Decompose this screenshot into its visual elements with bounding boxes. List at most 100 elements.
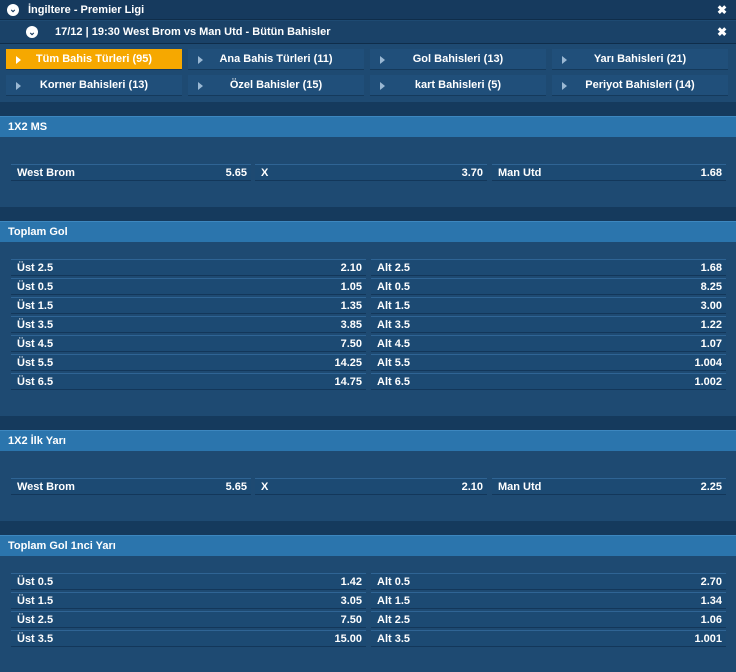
- odds-button[interactable]: Üst 2.5 2.10: [11, 259, 366, 276]
- odds-button[interactable]: Alt 1.5 1.34: [371, 592, 726, 609]
- caret-right-icon: [562, 82, 567, 90]
- caret-right-icon: [198, 56, 203, 64]
- outcome-label: Alt 0.5: [377, 575, 411, 588]
- odds-button[interactable]: Alt 4.5 1.07: [371, 335, 726, 352]
- section-divider: [0, 207, 736, 221]
- odds-button[interactable]: Üst 4.5 7.50: [11, 335, 366, 352]
- odds-value: 2.10: [340, 261, 362, 274]
- outcome-label: Üst 2.5: [17, 261, 54, 274]
- section-title: 1X2 MS: [8, 121, 48, 133]
- outcome-label: Alt 1.5: [377, 299, 411, 312]
- outcome-label: Alt 2.5: [377, 261, 411, 274]
- section-header-first-half-goals[interactable]: Toplam Gol 1nci Yarı: [0, 535, 736, 556]
- odds-value: 1.22: [700, 318, 722, 331]
- tab-goal-bets[interactable]: Gol Bahisleri (13): [370, 49, 546, 70]
- odds-button[interactable]: Üst 2.5 7.50: [11, 611, 366, 628]
- odds-value: 2.70: [700, 575, 722, 588]
- tab-period-bets[interactable]: Periyot Bahisleri (14): [552, 75, 728, 96]
- tab-special-bets[interactable]: Özel Bahisler (15): [188, 75, 364, 96]
- tab-label: Yarı Bahisleri (21): [593, 53, 687, 65]
- tab-label: kart Bahisleri (5): [414, 79, 502, 91]
- outcome-label: Üst 5.5: [17, 356, 54, 369]
- odds-value: 3.00: [700, 299, 722, 312]
- caret-right-icon: [16, 82, 21, 90]
- market-row: Üst 3.5 3.85 Alt 3.5 1.22: [11, 316, 726, 333]
- chevron-down-icon[interactable]: ⌄: [7, 3, 19, 16]
- tab-label: Ana Bahis Türleri (11): [219, 53, 333, 65]
- odds-value: 3.85: [340, 318, 362, 331]
- league-header[interactable]: ⌄ İngiltere - Premier Ligi ✖: [0, 0, 736, 20]
- odds-button[interactable]: Alt 2.5 1.68: [371, 259, 726, 276]
- odds-button[interactable]: Man Utd 1.68: [492, 164, 726, 181]
- outcome-label: Üst 3.5: [17, 318, 54, 331]
- odds-button[interactable]: Üst 0.5 1.42: [11, 573, 366, 590]
- outcome-label: X: [261, 166, 269, 179]
- odds-value: 1.05: [340, 280, 362, 293]
- section-header-ms[interactable]: 1X2 MS: [0, 116, 736, 137]
- odds-button[interactable]: Üst 3.5 15.00: [11, 630, 366, 647]
- tab-corner-bets[interactable]: Korner Bahisleri (13): [6, 75, 182, 96]
- odds-button[interactable]: Alt 1.5 3.00: [371, 297, 726, 314]
- odds-button[interactable]: Üst 5.5 14.25: [11, 354, 366, 371]
- match-header[interactable]: ⌄ 17/12 | 19:30 West Brom vs Man Utd - B…: [0, 21, 736, 44]
- odds-button[interactable]: West Brom 5.65: [11, 164, 251, 181]
- outcome-label: Alt 5.5: [377, 356, 411, 369]
- caret-right-icon: [562, 56, 567, 64]
- outcome-label: Üst 0.5: [17, 280, 54, 293]
- odds-button[interactable]: Üst 1.5 1.35: [11, 297, 366, 314]
- odds-button[interactable]: Üst 3.5 3.85: [11, 316, 366, 333]
- section-title: Toplam Gol: [8, 226, 68, 238]
- market-row: Üst 3.5 15.00 Alt 3.5 1.001: [11, 630, 726, 647]
- market-row: Üst 0.5 1.05 Alt 0.5 8.25: [11, 278, 726, 295]
- tab-main-bets[interactable]: Ana Bahis Türleri (11): [188, 49, 364, 70]
- odds-value: 1.07: [700, 337, 722, 350]
- odds-button[interactable]: Alt 2.5 1.06: [371, 611, 726, 628]
- close-icon[interactable]: ✖: [717, 25, 727, 39]
- section-header-total-goals[interactable]: Toplam Gol: [0, 221, 736, 242]
- tab-half-bets[interactable]: Yarı Bahisleri (21): [552, 49, 728, 70]
- close-icon[interactable]: ✖: [717, 3, 727, 17]
- odds-value: 3.70: [461, 166, 483, 179]
- section-header-first-half[interactable]: 1X2 İlk Yarı: [0, 430, 736, 451]
- odds-button[interactable]: Alt 5.5 1.004: [371, 354, 726, 371]
- odds-value: 1.001: [694, 632, 722, 645]
- odds-button[interactable]: West Brom 5.65: [11, 478, 251, 495]
- odds-button[interactable]: Üst 1.5 3.05: [11, 592, 366, 609]
- outcome-label: Üst 3.5: [17, 632, 54, 645]
- market-row: Üst 0.5 1.42 Alt 0.5 2.70: [11, 573, 726, 590]
- tab-all-bets[interactable]: Tüm Bahis Türleri (95): [6, 49, 182, 70]
- tab-card-bets[interactable]: kart Bahisleri (5): [370, 75, 546, 96]
- odds-button[interactable]: Üst 0.5 1.05: [11, 278, 366, 295]
- odds-button[interactable]: Üst 6.5 14.75: [11, 373, 366, 390]
- odds-button[interactable]: Alt 3.5 1.22: [371, 316, 726, 333]
- outcome-label: Üst 6.5: [17, 375, 54, 388]
- market-row: Üst 1.5 3.05 Alt 1.5 1.34: [11, 592, 726, 609]
- odds-button[interactable]: Man Utd 2.25: [492, 478, 726, 495]
- outcome-label: West Brom: [17, 166, 75, 179]
- odds-button[interactable]: X 2.10: [255, 478, 487, 495]
- caret-right-icon: [198, 82, 203, 90]
- outcome-label: Alt 3.5: [377, 632, 411, 645]
- outcome-label: X: [261, 480, 269, 493]
- outcome-label: Alt 3.5: [377, 318, 411, 331]
- caret-right-icon: [16, 56, 21, 64]
- outcome-label: Alt 6.5: [377, 375, 411, 388]
- market-row: West Brom 5.65 X 3.70 Man Utd 1.68: [11, 164, 726, 181]
- section-divider: [0, 102, 736, 116]
- market-row: Üst 4.5 7.50 Alt 4.5 1.07: [11, 335, 726, 352]
- section-title: Toplam Gol 1nci Yarı: [8, 540, 116, 552]
- odds-value: 7.50: [340, 337, 362, 350]
- outcome-label: Man Utd: [498, 480, 542, 493]
- odds-value: 7.50: [340, 613, 362, 626]
- odds-button[interactable]: Alt 0.5 8.25: [371, 278, 726, 295]
- chevron-down-icon[interactable]: ⌄: [26, 26, 38, 38]
- tab-label: Özel Bahisler (15): [229, 79, 323, 91]
- odds-button[interactable]: Alt 6.5 1.002: [371, 373, 726, 390]
- odds-button[interactable]: Alt 3.5 1.001: [371, 630, 726, 647]
- market-row: Üst 5.5 14.25 Alt 5.5 1.004: [11, 354, 726, 371]
- odds-value: 1.002: [694, 375, 722, 388]
- odds-button[interactable]: Alt 0.5 2.70: [371, 573, 726, 590]
- odds-button[interactable]: X 3.70: [255, 164, 487, 181]
- tab-label: Tüm Bahis Türleri (95): [35, 53, 153, 65]
- outcome-label: Alt 2.5: [377, 613, 411, 626]
